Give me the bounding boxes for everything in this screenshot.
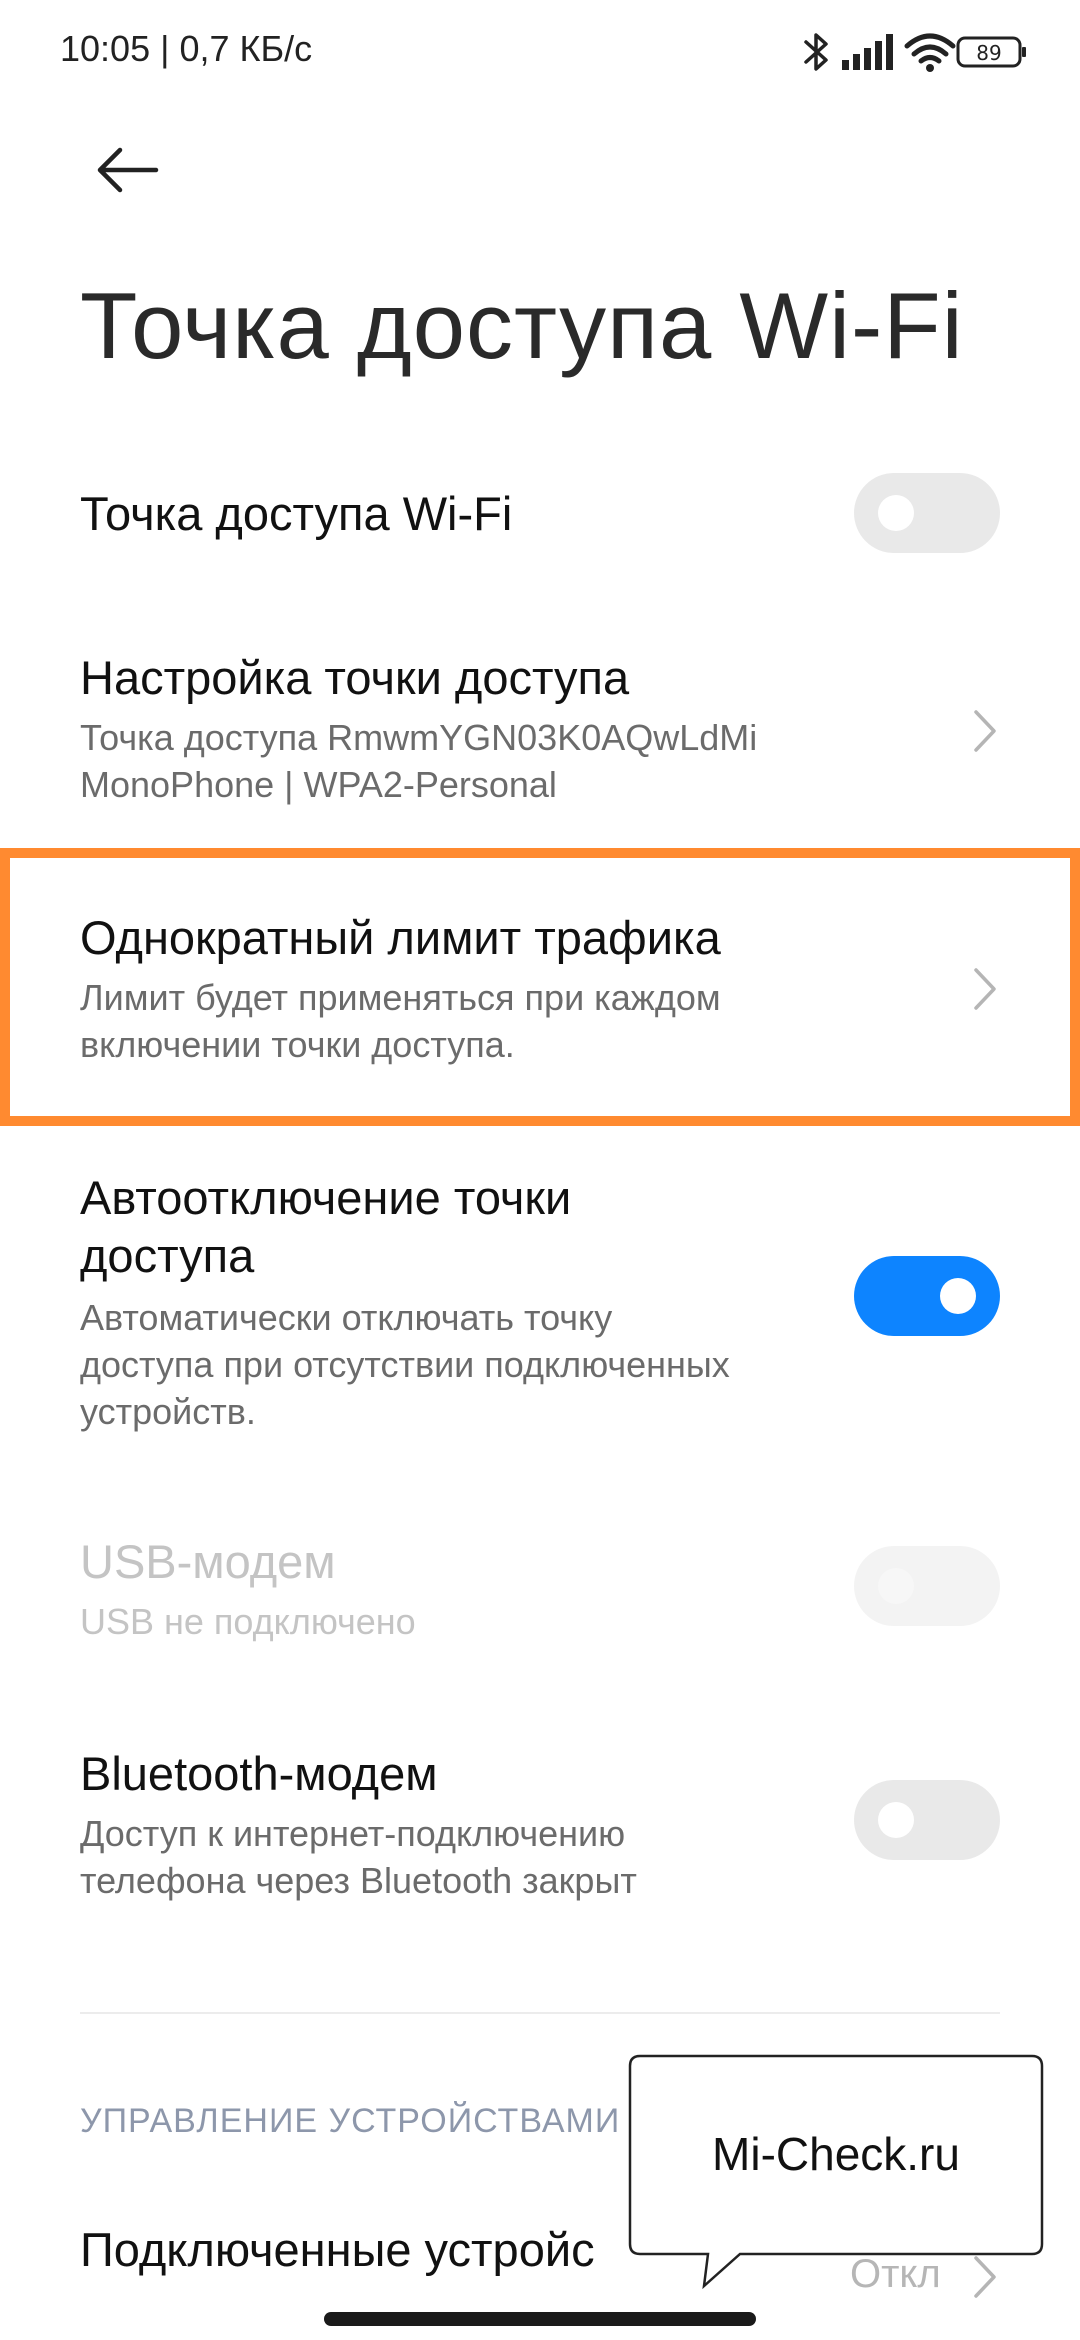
hotspot-row[interactable]: Точка доступа Wi-Fi [0, 460, 1080, 570]
bluetooth-modem-toggle[interactable] [854, 1780, 1000, 1860]
bluetooth-modem-title: Bluetooth-модем [80, 1747, 438, 1800]
toggle-knob [940, 1278, 976, 1314]
usb-modem-subtitle: USB не подключено [80, 1601, 416, 1642]
usb-modem-title: USB-модем [80, 1535, 336, 1588]
auto-off-subtitle-3: устройств. [80, 1391, 256, 1432]
battery-level: 89 [976, 41, 1001, 65]
hotspot-config-subtitle-1: Точка доступа RmwmYGN03K0AQwLdMi [80, 717, 758, 758]
auto-off-title-1: Автоотключение точки [80, 1171, 572, 1224]
usb-modem-row: USB-модем USB не подключено [0, 1530, 1080, 1650]
auto-off-subtitle-2: доступа при отсутствии подключенных [80, 1344, 730, 1385]
auto-off-row[interactable]: Автоотключение точки доступа Автоматичес… [0, 1166, 1080, 1446]
auto-off-subtitle-1: Автоматически отключать точку [80, 1297, 613, 1338]
connected-devices-title[interactable]: Подключенные устройс [80, 2222, 595, 2277]
hotspot-config-title: Настройка точки доступа [80, 651, 630, 704]
toggle-knob [878, 495, 914, 531]
divider [80, 2012, 1000, 2014]
signal-icon [842, 34, 893, 70]
wifi-icon [904, 33, 956, 72]
battery-icon: 89 [956, 36, 1026, 68]
back-button[interactable] [78, 130, 168, 210]
hotspot-config-row[interactable]: Настройка точки доступа Точка доступа Rm… [0, 640, 1080, 820]
hotspot-toggle[interactable] [854, 473, 1000, 553]
watermark-text: Mi-Check.ru [712, 2128, 960, 2180]
settings-screen: 10:05 | 0,7 КБ/с 89 Точка доступа Wi-Fi … [0, 0, 1080, 2340]
auto-off-title-2: доступа [80, 1229, 255, 1282]
auto-off-toggle[interactable] [854, 1256, 1000, 1336]
bluetooth-modem-row[interactable]: Bluetooth-модем Доступ к интернет-подклю… [0, 1742, 1080, 1902]
highlight-frame [0, 848, 1080, 1126]
toggle-knob [878, 1568, 914, 1604]
chevron-right-icon [974, 710, 996, 752]
bluetooth-icon [804, 33, 828, 71]
hotspot-config-subtitle-2: MonoPhone | WPA2-Personal [80, 764, 557, 805]
watermark-callout: Mi-Check.ru [628, 2054, 1044, 2290]
arrow-left-icon [97, 147, 159, 193]
status-time: 10:05 | 0,7 КБ/с [60, 28, 313, 69]
status-bar: 10:05 | 0,7 КБ/с 89 [0, 0, 1080, 110]
toggle-knob [878, 1802, 914, 1838]
page-title: Точка доступа Wi-Fi [80, 273, 964, 378]
bluetooth-modem-subtitle-2: телефона через Bluetooth закрыт [80, 1860, 637, 1901]
home-indicator[interactable] [324, 2312, 756, 2326]
bluetooth-modem-subtitle-1: Доступ к интернет-подключению [80, 1813, 626, 1854]
section-header-device-management: УПРАВЛЕНИЕ УСТРОЙСТВАМИ [80, 2102, 621, 2140]
usb-modem-toggle [854, 1546, 1000, 1626]
hotspot-title: Точка доступа Wi-Fi [80, 487, 513, 540]
